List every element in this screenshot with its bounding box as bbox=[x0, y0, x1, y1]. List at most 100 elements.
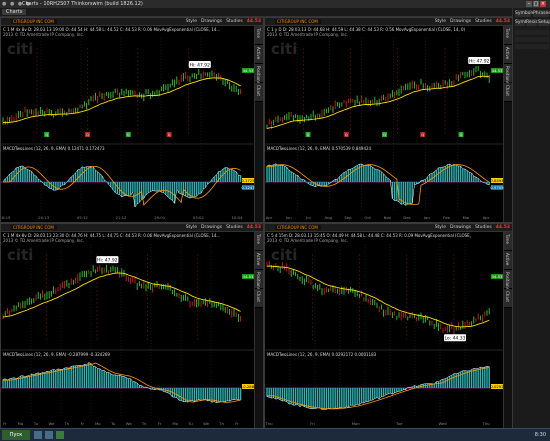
x-axis-tick-label: Tu bbox=[33, 421, 39, 426]
x-axis-tick-label: Fr bbox=[235, 421, 239, 426]
x-axis-tick-label: Th bbox=[141, 421, 147, 426]
tab-bar: Charts bbox=[0, 8, 550, 17]
maximize-button[interactable]: □ bbox=[533, 1, 539, 7]
setup-button[interactable]: Setup bbox=[538, 19, 550, 26]
signal-label: Q bbox=[345, 133, 348, 137]
x-axis-tick-label: Nov bbox=[384, 215, 392, 220]
extreme-callout: Hi: 47.92 bbox=[188, 61, 211, 69]
chart-panel-top-right[interactable]: CITIGROUP INC COM Style Drawings Studies 44.… bbox=[264, 17, 513, 223]
axis-value-label: 0.5705 bbox=[490, 185, 504, 190]
extreme-callout: Hi: 47.92 bbox=[468, 57, 491, 65]
axis-value-text: 0.0292 bbox=[490, 384, 504, 389]
extreme-callout: Lo: 44.33 bbox=[444, 334, 466, 342]
axis-value-label: -0.288 bbox=[242, 384, 255, 389]
callout-text: Hi: 47.92 bbox=[97, 258, 118, 264]
axis-value-label: 44.53 bbox=[242, 68, 254, 73]
chart-canvas[interactable]: Lo: 44.33 44.53 0.0292 Thu Fri Mon Tue Wed Thu bbox=[265, 224, 512, 428]
signal-badge: Q bbox=[125, 132, 131, 137]
window-title-bar: ● ● ● ● Charts - 10RH2S07 Thinkorswim (b… bbox=[0, 0, 550, 8]
start-button[interactable]: Пуск bbox=[2, 430, 30, 440]
axis-value-label: 0.0292 bbox=[490, 384, 504, 389]
chart-canvas[interactable]: Hi: 47.92 Q Q Q Q 44.53 0.1725 0.1247 16:15 20:13… bbox=[1, 18, 263, 222]
toolbar-row bbox=[515, 30, 549, 35]
x-axis-tick-label: Oct bbox=[364, 215, 371, 220]
x-axis-tick-label: 20:13 bbox=[38, 215, 50, 220]
x-axis-tick-label: Jul bbox=[305, 215, 311, 220]
axis-value-text: 44.53 bbox=[492, 68, 503, 73]
axis-value-text: 44.53 bbox=[243, 274, 254, 279]
symbol-button[interactable]: Symbol bbox=[515, 19, 532, 26]
x-axis-tick-label: 16:15 bbox=[1, 215, 11, 220]
axis-value-text: -0.288 bbox=[242, 384, 255, 389]
x-axis-tick-label: Mar bbox=[463, 215, 471, 220]
taskbar: Пуск 8:30 bbox=[0, 428, 550, 441]
x-axis-tick-label: Feb bbox=[443, 215, 450, 220]
close-button[interactable]: × bbox=[540, 1, 546, 7]
symbols-button[interactable]: Symbols bbox=[515, 10, 534, 17]
x-axis-tick-label: Tu bbox=[110, 421, 116, 426]
chart-canvas[interactable]: Hi: 47.92 Q Q Q Q Q 44.53 0.8494 0.5705 Apr Jun Jul… bbox=[265, 18, 512, 222]
x-axis-tick-label: 21:12 bbox=[116, 215, 128, 220]
x-axis-tick-label: Mo bbox=[172, 421, 178, 426]
signal-label: Q bbox=[421, 133, 424, 137]
extreme-callout: Hi: 47.92 bbox=[96, 256, 119, 264]
axis-value-label: 44.53 bbox=[242, 274, 254, 279]
x-axis-tick-label: Th bbox=[63, 421, 69, 426]
x-axis-tick-label: Mo bbox=[95, 421, 101, 426]
signal-badge: Q bbox=[85, 132, 90, 137]
axis-value-text: 44.53 bbox=[243, 68, 254, 73]
signal-label: Q bbox=[45, 133, 48, 137]
ema-line bbox=[266, 265, 490, 328]
window-title: Charts - 10RH2S07 Thinkorswim (build 182… bbox=[22, 1, 143, 7]
x-axis-tick-label: Fr bbox=[81, 421, 85, 426]
taskbar-app-icon[interactable] bbox=[34, 431, 42, 439]
signal-label: Q bbox=[460, 133, 463, 137]
chart-canvas[interactable]: Hi: 47.92 44.53 -0.288 Fr Mo Tu We Th Fr Mo Tu We Th… bbox=[1, 224, 263, 428]
tab-charts[interactable]: Charts bbox=[2, 9, 27, 15]
axis-value-text: 0.1725 bbox=[241, 178, 255, 183]
phrases-button[interactable]: Phrases bbox=[533, 10, 550, 17]
axis-value-text: 0.5705 bbox=[490, 185, 504, 190]
toolbar-row bbox=[515, 37, 549, 42]
toolbar-row bbox=[515, 44, 549, 49]
callout-text: Hi: 47.92 bbox=[469, 59, 490, 65]
resist-button[interactable]: Resist bbox=[526, 19, 539, 26]
axis-value-text: 0.1247 bbox=[241, 185, 255, 190]
x-axis-tick-label: Jan bbox=[423, 215, 430, 220]
x-axis-tick-label: Tu bbox=[188, 421, 194, 426]
signal-badge: Q bbox=[166, 132, 172, 137]
taskbar-app-icon[interactable] bbox=[56, 431, 64, 439]
x-axis-tick-label: Mon bbox=[352, 421, 361, 426]
ema-line bbox=[266, 75, 490, 129]
x-axis-tick-label: Mo bbox=[18, 421, 24, 426]
x-axis-tick-label: Th bbox=[218, 421, 224, 426]
right-toolbar: Symbols Phrases Symbol Resist Setup bbox=[512, 8, 550, 428]
taskbar-app-icon[interactable] bbox=[45, 431, 53, 439]
axis-value-text: 0.8494 bbox=[490, 178, 504, 183]
chart-panel-bottom-left[interactable]: CITIGROUP INC COM Style Drawings Studies 44.… bbox=[0, 223, 264, 429]
callout-text: Lo: 44.33 bbox=[444, 336, 465, 342]
minimize-button[interactable]: – bbox=[526, 1, 532, 7]
signal-label: Q bbox=[127, 133, 130, 137]
signal-label: Q bbox=[86, 133, 89, 137]
signal-badge: Q bbox=[420, 132, 426, 137]
x-axis-tick-label: 10:04 bbox=[232, 215, 244, 220]
signal-badge: Q bbox=[343, 132, 349, 137]
ema-line bbox=[2, 77, 241, 124]
macd-study-label: MACDTwoLines (12, 26, 9, EMA) 0.570539 0… bbox=[267, 146, 372, 151]
x-axis-tick-label: 03:02 bbox=[193, 215, 205, 220]
macd-study-label: MACDTwoLines (12, 26, 9, EMA) -0.287999 … bbox=[3, 352, 110, 357]
x-axis-tick-label: Sep bbox=[344, 215, 352, 220]
x-axis-tick-label: Jun bbox=[285, 215, 293, 220]
x-axis-tick-label: 05:12 bbox=[77, 215, 89, 220]
x-axis-tick-label: Aug bbox=[324, 215, 332, 220]
signal-badge: Q bbox=[44, 132, 50, 137]
x-axis-tick-label: Fri bbox=[310, 421, 315, 426]
x-axis-tick-label: We bbox=[48, 421, 55, 426]
axis-value-label: 44.53 bbox=[491, 68, 503, 73]
x-axis-tick-label: 29:01 bbox=[154, 215, 166, 220]
signal-label: Q bbox=[168, 133, 171, 137]
signal-badge: Q bbox=[305, 132, 311, 137]
chart-panel-bottom-right[interactable]: CITIGROUP INC COM Style Drawings Studies 44.… bbox=[264, 223, 513, 429]
chart-panel-top-left[interactable]: CITIGROUP INC COM Style Drawings Studies 44.… bbox=[0, 17, 264, 223]
